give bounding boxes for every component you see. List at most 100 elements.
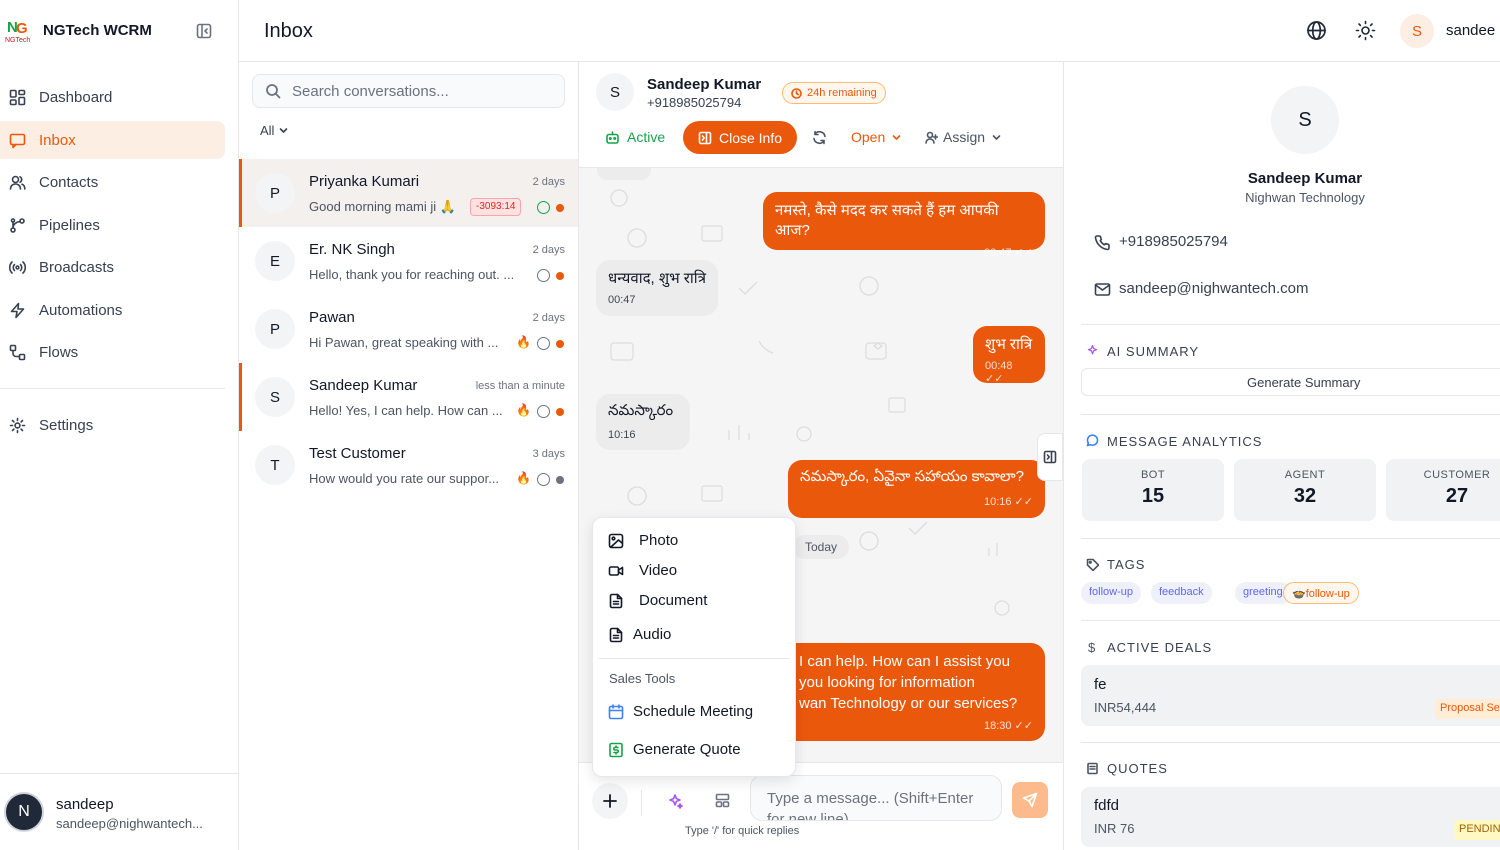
section-title-tags: TAGS — [1107, 557, 1146, 572]
clock-icon — [791, 87, 802, 99]
quote-card[interactable]: fdfd INR 76 PENDIN — [1081, 787, 1500, 847]
quote-dollar-icon — [608, 742, 624, 758]
message-time: 10:16 — [608, 429, 636, 441]
generate-summary-button[interactable]: Generate Summary — [1081, 368, 1500, 396]
filter-dropdown[interactable]: All — [260, 123, 288, 138]
stat-value: 32 — [1293, 485, 1317, 507]
sidebar-item-automations[interactable]: Automations — [0, 291, 225, 329]
sidebar-item-inbox[interactable]: Inbox — [0, 121, 225, 159]
divider — [1081, 414, 1500, 415]
sidebar-item-label: Pipelines — [39, 216, 100, 234]
page-title: Inbox — [264, 20, 313, 42]
stat-customer: CUSTOMER 27 — [1386, 459, 1500, 521]
tag-chip[interactable]: 🍲follow-up — [1283, 582, 1359, 604]
contact-email[interactable]: sandeep@nighwantech.com — [1119, 280, 1309, 297]
conversation-item[interactable]: E Er. NK Singh 2 days Hello, thank you f… — [239, 227, 578, 295]
deal-card[interactable]: fe INR54,444 Proposal Se — [1081, 665, 1500, 726]
message-bubble-outgoing: నమస్కారం, ఏవైనా సహాయం కావాలా? 10:16 ✓✓ — [788, 460, 1045, 518]
user-divider — [0, 773, 238, 774]
menu-item-audio[interactable]: Audio — [608, 626, 671, 643]
sla-badge: -3093:14 — [470, 198, 522, 216]
tag-chip[interactable]: follow-up — [1081, 582, 1142, 604]
sidebar-item-label: Settings — [39, 416, 94, 434]
stat-label: CUSTOMER — [1423, 469, 1491, 481]
attach-button[interactable] — [592, 783, 628, 819]
avatar: E — [255, 241, 295, 281]
message-preview: Hello, thank you for reaching out. ... — [309, 267, 515, 282]
chevron-down-icon — [279, 126, 288, 135]
contact-name: Test Customer — [309, 445, 406, 462]
message-input-placeholder: Type a message... (Shift+Enter for new l… — [767, 790, 974, 821]
language-icon[interactable] — [1306, 20, 1327, 41]
conversation-item[interactable]: P Priyanka Kumari 2 days Good morning ma… — [239, 159, 578, 227]
active-status[interactable]: Active — [605, 129, 665, 145]
close-info-button[interactable]: Close Info — [683, 121, 797, 154]
deal-name: fe — [1094, 676, 1107, 693]
message-text: నమస్కారం, ఏవైనా సహాయం కావాలా? — [800, 468, 1024, 485]
sidebar-item-label: Dashboard — [39, 88, 113, 106]
status-dot — [556, 204, 564, 212]
ai-sparkle-icon — [1086, 344, 1099, 357]
refresh-icon[interactable] — [812, 130, 827, 145]
hot-lead-icon: 🔥 — [516, 335, 531, 349]
user-menu-name[interactable]: sandee — [1446, 22, 1495, 39]
status-dot — [556, 272, 564, 280]
collapse-sidebar-icon[interactable] — [196, 23, 212, 39]
video-icon — [608, 563, 624, 579]
contact-company: Nighwan Technology — [1245, 190, 1365, 205]
gear-icon — [9, 417, 26, 434]
message-text: शुभ रात्रि — [985, 336, 1033, 353]
send-button[interactable] — [1012, 782, 1048, 818]
message-bubble-partial — [597, 168, 651, 180]
message-time: 00:48 ✓✓ — [985, 360, 1013, 385]
conversation-item[interactable]: P Pawan 2 days Hi Pawan, great speaking … — [239, 295, 578, 363]
quote-amount: INR 76 — [1094, 821, 1135, 836]
contact-phone[interactable]: +918985025794 — [1119, 233, 1228, 250]
menu-item-document[interactable]: Document — [608, 592, 707, 609]
menu-item-video[interactable]: Video — [608, 562, 677, 579]
sidebar-item-pipelines[interactable]: Pipelines — [0, 206, 225, 244]
ai-sparkle-icon[interactable] — [667, 793, 683, 809]
stat-bot: BOT 15 — [1082, 459, 1224, 521]
status-dropdown[interactable]: Open — [851, 129, 901, 145]
menu-item-generate-quote[interactable]: Generate Quote — [608, 741, 741, 758]
menu-item-photo[interactable]: Photo — [608, 532, 678, 549]
contact-name: Sandeep Kumar — [647, 76, 762, 93]
assign-dropdown[interactable]: Assign — [925, 129, 1001, 145]
message-preview: Hi Pawan, great speaking with ... — [309, 335, 499, 350]
sidebar-item-flows[interactable]: Flows — [0, 333, 225, 371]
user-avatar[interactable]: S — [1400, 14, 1434, 48]
hot-lead-icon: 🔥 — [516, 471, 531, 485]
robot-icon — [605, 130, 620, 145]
avatar[interactable]: N — [4, 792, 44, 832]
phone-icon — [1094, 234, 1111, 251]
audio-file-icon — [608, 627, 624, 643]
menu-section-title: Sales Tools — [609, 671, 676, 686]
sidebar-item-broadcasts[interactable]: Broadcasts — [0, 248, 225, 286]
composer-divider — [641, 790, 642, 816]
conversation-item[interactable]: T Test Customer 3 days How would you rat… — [239, 431, 578, 499]
expand-panel-button[interactable] — [1037, 433, 1063, 481]
menu-item-schedule-meeting[interactable]: Schedule Meeting — [608, 703, 753, 720]
dollar-icon: $ — [1088, 640, 1096, 655]
conversation-item[interactable]: S Sandeep Kumar less than a minute Hello… — [239, 363, 578, 431]
receipt-icon — [1086, 762, 1099, 775]
header: Inbox S sandee — [239, 0, 1500, 62]
calendar-icon — [608, 703, 624, 720]
sentiment-icon — [537, 201, 550, 214]
search-input[interactable]: Search conversations... — [252, 74, 565, 108]
sidebar-item-label: Flows — [39, 343, 79, 361]
sidebar-item-settings[interactable]: Settings — [0, 406, 225, 444]
theme-toggle-icon[interactable] — [1355, 20, 1376, 41]
panel-icon — [698, 131, 712, 145]
document-icon — [608, 593, 624, 609]
message-preview: Good morning mami ji 🙏 — [309, 199, 456, 214]
message-input[interactable]: Type a message... (Shift+Enter for new l… — [750, 775, 1002, 821]
tag-chip[interactable]: feedback — [1151, 582, 1212, 604]
sidebar-item-dashboard[interactable]: Dashboard — [0, 78, 225, 116]
templates-icon[interactable] — [715, 793, 730, 808]
sidebar-item-contacts[interactable]: Contacts — [0, 163, 225, 201]
contact-avatar: S — [1271, 86, 1339, 154]
broadcast-icon — [9, 259, 26, 276]
message-text: धन्यवाद, शुभ रात्रि — [608, 270, 706, 287]
